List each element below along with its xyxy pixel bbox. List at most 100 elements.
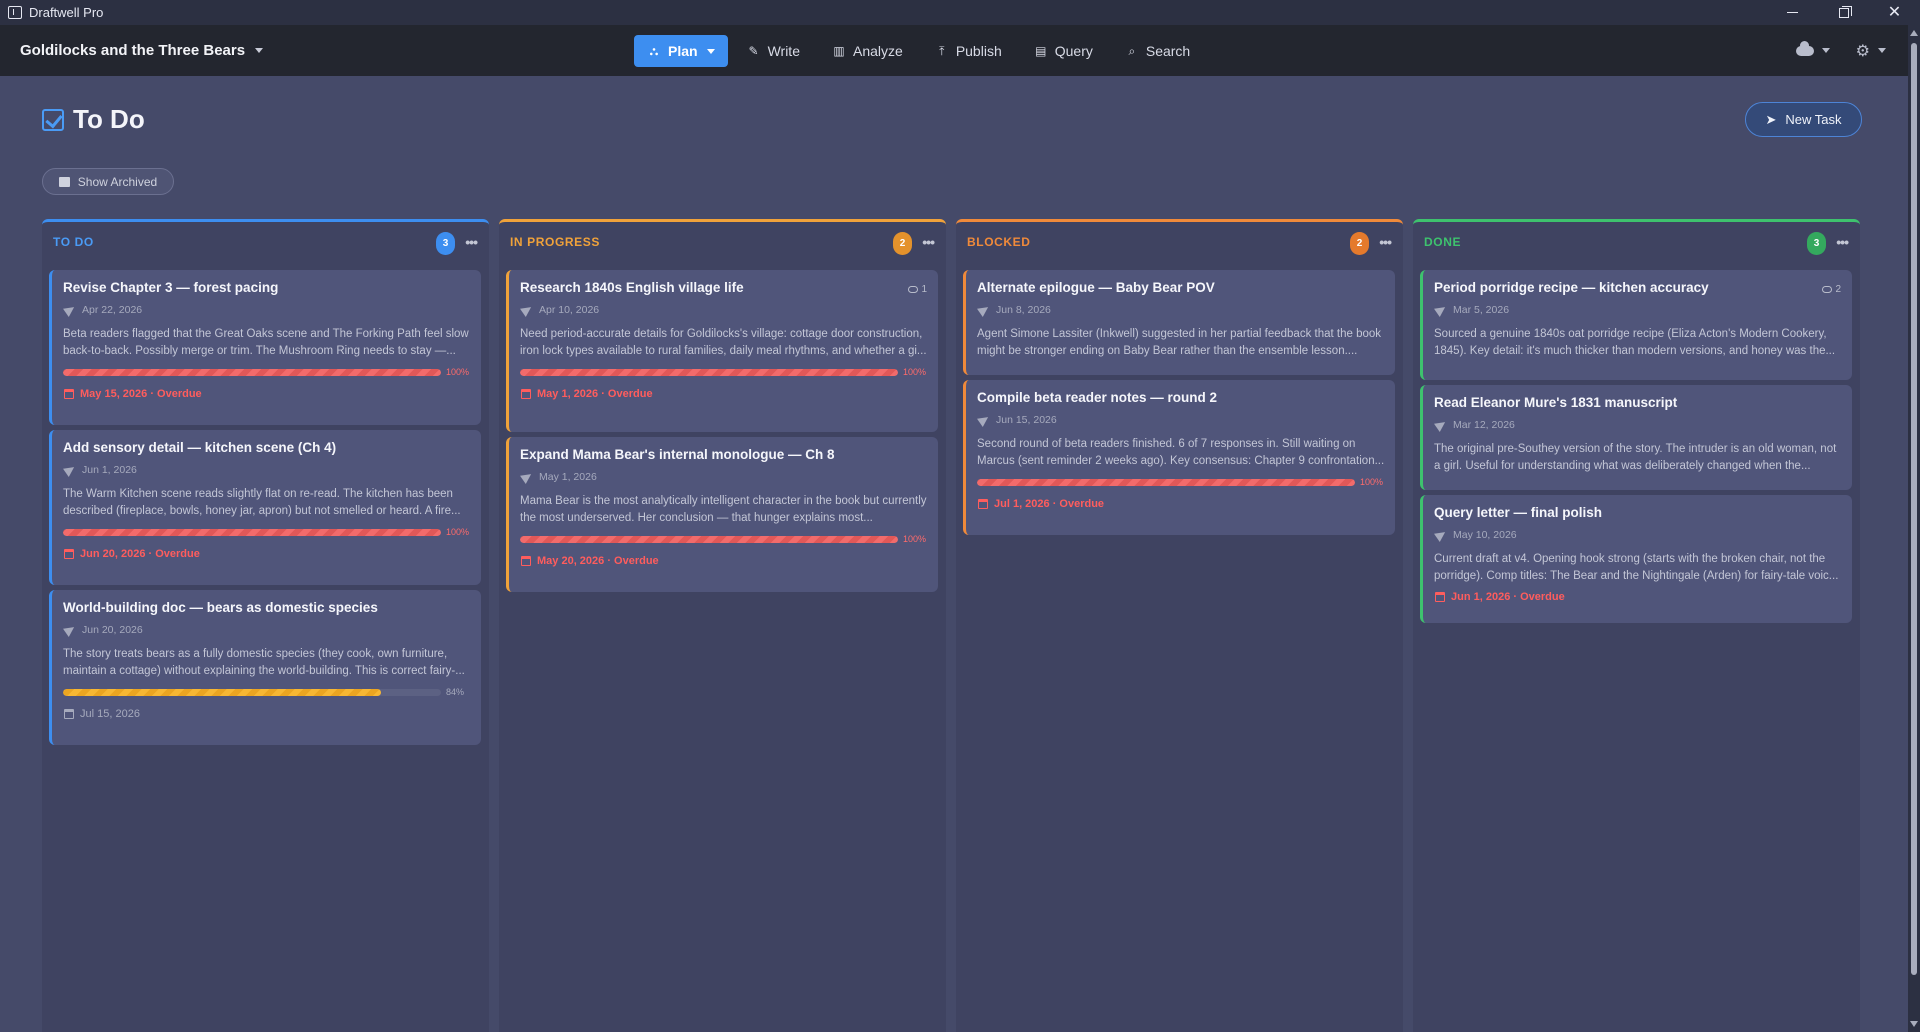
calendar-icon <box>64 549 74 559</box>
nav-query[interactable]: ▤ Query <box>1021 35 1106 67</box>
minimize-button[interactable] <box>1767 0 1818 25</box>
task-card[interactable]: Read Eleanor Mure's 1831 manuscript Mar … <box>1420 385 1852 490</box>
scroll-up-arrow-icon[interactable] <box>1910 30 1918 36</box>
page-header: To Do <box>42 104 145 135</box>
comment-count-text: 1 <box>921 284 927 295</box>
nav-plan[interactable]: ⛬ Plan <box>634 35 728 67</box>
chevron-down-icon <box>255 48 264 53</box>
nav-analyze-label: Analyze <box>853 43 903 59</box>
card-title: Add sensory detail — kitchen scene (Ch 4… <box>63 440 337 455</box>
table-icon: ▤ <box>1035 44 1047 58</box>
task-card[interactable]: Compile beta reader notes — round 2 Jun … <box>963 380 1395 535</box>
calendar-icon <box>521 389 531 399</box>
task-card[interactable]: World-building doc — bears as domestic s… <box>49 590 481 745</box>
card-date: May 10, 2026 <box>1434 528 1842 542</box>
column-count-badge: 2 <box>1350 232 1369 255</box>
window-title: Draftwell Pro <box>29 5 104 20</box>
column-count-badge: 3 <box>1807 232 1826 255</box>
due-date-text: Jul 15, 2026 <box>80 708 140 720</box>
paper-plane-icon <box>1434 528 1448 542</box>
task-card[interactable]: Expand Mama Bear's internal monologue — … <box>506 437 938 592</box>
card-date-text: Jun 8, 2026 <box>996 304 1051 316</box>
progress-percent: 100% <box>1360 477 1384 487</box>
chevron-down-icon <box>1821 48 1830 53</box>
scroll-thumb[interactable] <box>1911 43 1917 975</box>
task-card[interactable]: Revise Chapter 3 — forest pacing Apr 22,… <box>49 270 481 425</box>
paper-plane-icon <box>520 303 534 317</box>
card-date-text: May 10, 2026 <box>1453 529 1517 541</box>
card-date: Jun 8, 2026 <box>977 303 1385 317</box>
due-date: Jun 1, 2026 · Overdue <box>1434 591 1842 603</box>
progress-percent: 100% <box>446 527 470 537</box>
card-date: Mar 5, 2026 <box>1434 303 1842 317</box>
chevron-down-icon <box>706 48 715 54</box>
paper-plane-icon <box>63 303 77 317</box>
upload-icon: ⤒ <box>939 43 945 58</box>
nav-search[interactable]: ⌕ Search <box>1112 35 1203 67</box>
comment-icon <box>908 286 919 293</box>
ellipsis-icon[interactable]: ••• <box>465 234 478 250</box>
cloud-sync-menu[interactable] <box>1795 40 1830 56</box>
close-button[interactable]: ✕ <box>1869 0 1920 25</box>
due-date-text: Jun 1, 2026 · Overdue <box>1451 591 1565 603</box>
nav-write[interactable]: ✎ Write <box>734 35 813 67</box>
progress-percent: 84% <box>446 687 465 697</box>
card-description: Sourced a genuine 1840s oat porridge rec… <box>1434 328 1836 357</box>
project-title: Goldilocks and the Three Bears <box>20 42 246 59</box>
card-description: The Warm Kitchen scene reads slightly fl… <box>63 488 461 517</box>
vertical-scrollbar[interactable] <box>1908 25 1920 1032</box>
due-date: May 15, 2026 · Overdue <box>63 388 471 400</box>
project-selector[interactable]: Goldilocks and the Three Bears <box>20 25 264 76</box>
column-header: DONE 3 ••• <box>1413 222 1860 262</box>
nav-publish[interactable]: ⤒ Publish <box>922 35 1015 67</box>
appbar-right: ⚙ <box>1795 25 1886 76</box>
due-date: Jun 20, 2026 · Overdue <box>63 548 471 560</box>
column-title: TO DO <box>53 235 94 249</box>
card-title: Revise Chapter 3 — forest pacing <box>63 280 279 295</box>
progress-percent: 100% <box>903 367 927 377</box>
task-card[interactable]: Add sensory detail — kitchen scene (Ch 4… <box>49 430 481 585</box>
ellipsis-icon[interactable]: ••• <box>1836 234 1849 250</box>
card-title: Expand Mama Bear's internal monologue — … <box>520 447 835 462</box>
card-title: Period porridge recipe — kitchen accurac… <box>1434 280 1709 295</box>
due-date-text: May 20, 2026 · Overdue <box>537 555 659 567</box>
ellipsis-icon[interactable]: ••• <box>1379 234 1392 250</box>
progress-percent: 100% <box>903 534 927 544</box>
card-description: The original pre-Southey version of the … <box>1434 443 1837 472</box>
restore-button[interactable] <box>1818 0 1869 25</box>
task-card[interactable]: Query letter — final polish May 10, 2026… <box>1420 495 1852 623</box>
nav-query-label: Query <box>1054 43 1093 59</box>
calendar-icon <box>1435 592 1445 602</box>
due-date: May 1, 2026 · Overdue <box>520 388 928 400</box>
column-header: IN PROGRESS 2 ••• <box>499 222 946 262</box>
comment-count[interactable]: 2 <box>1822 284 1841 295</box>
task-card[interactable]: Research 1840s English village life 1 Ap… <box>506 270 938 432</box>
column-count-badge: 2 <box>893 232 912 255</box>
card-title: World-building doc — bears as domestic s… <box>63 600 378 615</box>
column-todo: TO DO 3 ••• Revise Chapter 3 — forest pa… <box>42 219 489 1032</box>
column-title: DONE <box>1424 235 1462 249</box>
settings-menu[interactable]: ⚙ <box>1856 41 1886 61</box>
column-done: DONE 3 ••• Period porridge recipe — kitc… <box>1413 219 1860 1032</box>
task-card[interactable]: Alternate epilogue — Baby Bear POV Jun 8… <box>963 270 1395 375</box>
new-task-button[interactable]: ➤ New Task <box>1745 102 1862 137</box>
cloud-icon <box>1795 40 1814 56</box>
card-description: Agent Simone Lassiter (Inkwell) suggeste… <box>977 328 1382 357</box>
nav-analyze[interactable]: ▥ Analyze <box>819 35 916 67</box>
paper-plane-icon <box>1434 303 1448 317</box>
card-date: Apr 22, 2026 <box>63 303 471 317</box>
card-date: Apr 10, 2026 <box>520 303 928 317</box>
due-date: Jul 1, 2026 · Overdue <box>977 498 1385 510</box>
card-description: Mama Bear is the most analytically intel… <box>520 495 927 524</box>
scroll-down-arrow-icon[interactable] <box>1910 1021 1918 1027</box>
card-date-text: May 1, 2026 <box>539 471 597 483</box>
window-titlebar: Draftwell Pro ✕ <box>0 0 1920 25</box>
paper-plane-icon <box>520 470 534 484</box>
progress-bar: 100% <box>977 476 1385 488</box>
show-archived-button[interactable]: Show Archived <box>42 168 174 195</box>
ellipsis-icon[interactable]: ••• <box>922 234 935 250</box>
column-title: BLOCKED <box>967 235 1031 249</box>
comment-count[interactable]: 1 <box>908 284 927 295</box>
card-date-text: Jun 1, 2026 <box>82 464 137 476</box>
task-card[interactable]: Period porridge recipe — kitchen accurac… <box>1420 270 1852 380</box>
